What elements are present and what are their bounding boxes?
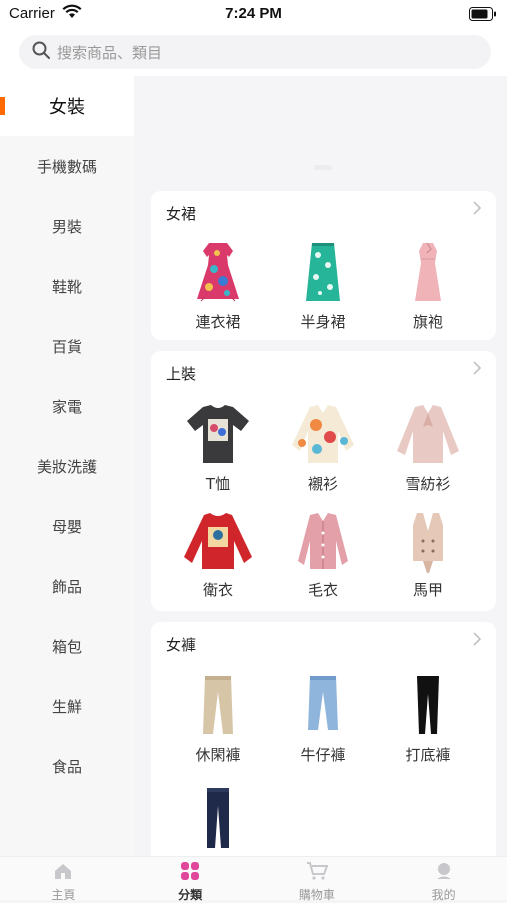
section-title: 女裙 bbox=[166, 205, 197, 223]
cardigan-icon bbox=[298, 513, 348, 569]
sidebar-item-general-goods[interactable]: 百貨 bbox=[0, 316, 134, 376]
status-bar: Carrier 7:24 PM bbox=[0, 0, 507, 30]
trousers-icon bbox=[207, 788, 229, 848]
sidebar-item-phones-digital[interactable]: 手機數碼 bbox=[0, 136, 134, 196]
product-label: 毛衣 bbox=[307, 581, 338, 599]
sidebar-item-bags[interactable]: 箱包 bbox=[0, 616, 134, 676]
tab-cart[interactable]: 購物車 bbox=[254, 857, 381, 902]
sidebar-item-beauty[interactable]: 美妝洗護 bbox=[0, 436, 134, 496]
product-item[interactable]: 襯衫 bbox=[273, 401, 373, 494]
battery-icon bbox=[469, 6, 497, 25]
product-item[interactable]: 連衣裙 bbox=[168, 239, 268, 332]
section-title: 上裝 bbox=[166, 365, 197, 383]
product-item[interactable]: 牛仔褲 bbox=[273, 672, 373, 765]
sidebar-item-food[interactable]: 食品 bbox=[0, 736, 134, 796]
tshirt-icon bbox=[187, 405, 249, 463]
category-icon bbox=[180, 862, 200, 884]
sidebar-item-shoes[interactable]: 鞋靴 bbox=[0, 256, 134, 316]
search-bar: 搜索商品、類目 bbox=[0, 30, 507, 76]
sidebar-item-womens-wear[interactable]: 女裝 bbox=[0, 76, 134, 136]
search-icon bbox=[31, 40, 57, 64]
qipao-icon bbox=[415, 242, 441, 301]
sidebar-item-mens-wear[interactable]: 男裝 bbox=[0, 196, 134, 256]
tab-label: 主頁 bbox=[51, 888, 76, 902]
tab-profile[interactable]: 我的 bbox=[380, 857, 507, 902]
product-item[interactable]: T恤 bbox=[168, 401, 268, 494]
sidebar-item-accessories[interactable]: 飾品 bbox=[0, 556, 134, 616]
product-item[interactable]: 雪紡衫 bbox=[378, 401, 478, 494]
section-card-tops: 上裝 T恤 襯衫 雪紡衫 衛衣 毛衣 馬甲 bbox=[151, 351, 496, 611]
category-sidebar: 女裝 手機數碼 男裝 鞋靴 百貨 家電 美妝洗護 母嬰 飾品 箱包 生鮮 食品 bbox=[0, 76, 134, 856]
product-label: 襯衫 bbox=[307, 475, 338, 493]
sweatshirt-icon bbox=[184, 513, 252, 569]
search-placeholder: 搜索商品、類目 bbox=[57, 43, 163, 62]
chiffon-blouse-icon bbox=[397, 405, 459, 463]
product-item[interactable]: 馬甲 bbox=[378, 511, 478, 600]
skirt-icon bbox=[306, 243, 340, 301]
bottom-tab-bar: 主頁 分類 購物車 我的 bbox=[0, 856, 507, 902]
chevron-right-icon[interactable] bbox=[472, 631, 482, 651]
product-label: 旗袍 bbox=[412, 313, 443, 331]
vest-icon bbox=[413, 513, 443, 573]
tab-category[interactable]: 分類 bbox=[127, 857, 254, 902]
product-label: 打底褲 bbox=[405, 746, 451, 764]
tab-label: 我的 bbox=[431, 888, 456, 902]
leggings-icon bbox=[417, 676, 439, 734]
product-label: 牛仔褲 bbox=[300, 746, 346, 764]
sidebar-item-fresh-food[interactable]: 生鮮 bbox=[0, 676, 134, 736]
shirt-icon bbox=[292, 405, 354, 463]
product-item[interactable]: 衛衣 bbox=[168, 511, 268, 600]
cart-icon bbox=[306, 862, 329, 884]
product-label: 半身裙 bbox=[300, 313, 346, 331]
chevron-right-icon[interactable] bbox=[472, 200, 482, 220]
tab-label: 購物車 bbox=[298, 888, 335, 902]
product-label: 休閑褲 bbox=[195, 746, 241, 764]
section-title: 女褲 bbox=[166, 636, 197, 654]
profile-icon bbox=[434, 862, 454, 884]
jeans-icon bbox=[308, 676, 338, 730]
product-label: T恤 bbox=[205, 475, 231, 493]
product-item[interactable]: 打底褲 bbox=[378, 672, 478, 765]
section-card-skirts: 女裙 連衣裙 半身裙 旗袍 bbox=[151, 191, 496, 340]
banner-indicator[interactable] bbox=[314, 165, 332, 170]
product-item[interactable]: 旗袍 bbox=[378, 239, 478, 332]
product-item[interactable]: 半身裙 bbox=[273, 239, 373, 332]
product-label: 連衣裙 bbox=[195, 313, 241, 331]
chevron-right-icon[interactable] bbox=[472, 360, 482, 380]
product-item[interactable] bbox=[168, 784, 268, 856]
tab-label: 分類 bbox=[178, 888, 203, 902]
casual-pants-icon bbox=[203, 676, 233, 734]
floral-dress-icon bbox=[197, 243, 239, 302]
section-card-pants: 女褲 休閑褲 牛仔褲 打底褲 bbox=[151, 622, 496, 856]
sidebar-item-mother-baby[interactable]: 母嬰 bbox=[0, 496, 134, 556]
search-input[interactable]: 搜索商品、類目 bbox=[19, 35, 491, 69]
product-label: 雪紡衫 bbox=[405, 475, 451, 493]
category-content: 女裙 連衣裙 半身裙 旗袍 上裝 T恤 襯衫 雪紡衫 衛衣 毛衣 馬甲 女褲 休… bbox=[134, 76, 507, 856]
product-item[interactable]: 休閑褲 bbox=[168, 672, 268, 765]
tab-home[interactable]: 主頁 bbox=[0, 857, 127, 902]
home-icon bbox=[53, 862, 73, 884]
product-label: 馬甲 bbox=[412, 581, 443, 599]
product-label: 衛衣 bbox=[202, 581, 233, 599]
sidebar-item-appliances[interactable]: 家電 bbox=[0, 376, 134, 436]
product-item[interactable]: 毛衣 bbox=[273, 511, 373, 600]
status-time: 7:24 PM bbox=[225, 5, 282, 22]
